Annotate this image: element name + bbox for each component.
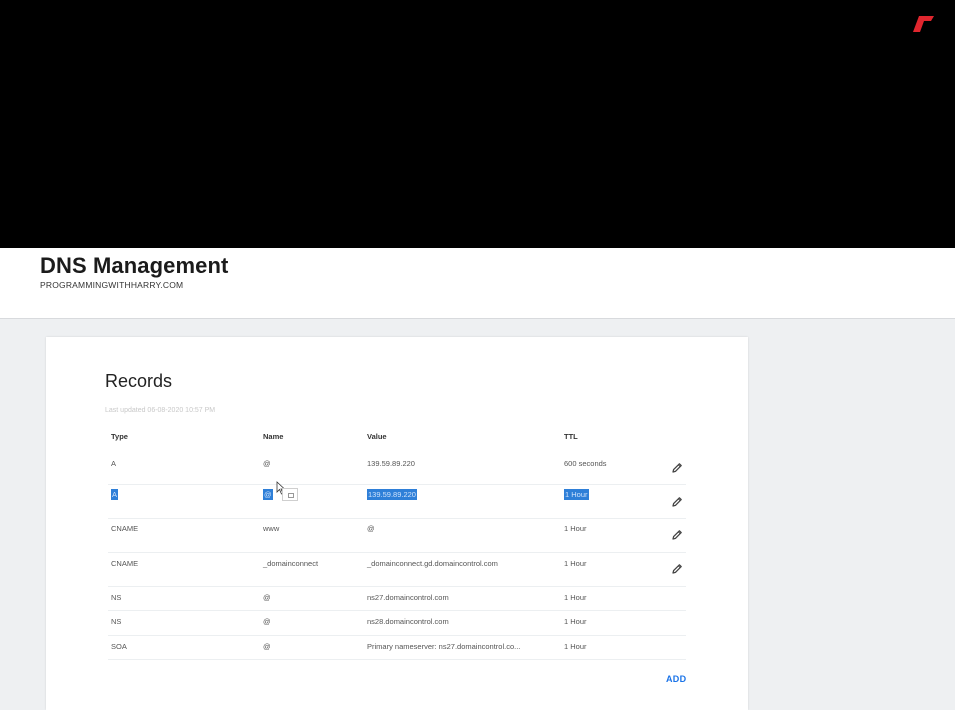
records-title: Records [105, 371, 173, 391]
record-type: SOA [111, 642, 127, 651]
table-row[interactable]: A @ 139.59.89.220 1 Hour [108, 484, 686, 519]
table-row: SOA @ Primary nameserver: ns27.domaincon… [108, 635, 686, 660]
pencil-icon[interactable] [671, 563, 683, 575]
record-value: ns27.domaincontrol.com [367, 593, 449, 602]
record-name: @ [263, 617, 271, 626]
video-black-area [0, 0, 955, 248]
column-header-ttl: TTL [564, 432, 578, 441]
record-name: @ [263, 593, 271, 602]
record-type: A [111, 459, 117, 468]
record-name: @ [263, 459, 271, 468]
record-type: NS [111, 593, 122, 602]
add-record-button[interactable]: ADD [666, 674, 686, 684]
record-name: www [263, 524, 280, 533]
pencil-icon[interactable] [671, 462, 683, 474]
record-type: CNAME [111, 524, 139, 533]
record-value: @ [367, 524, 375, 533]
record-ttl: 1 Hour [564, 593, 587, 602]
page-title: DNS Management [40, 253, 229, 278]
record-type: CNAME [111, 559, 139, 568]
record-value: _domainconnect.gd.domaincontrol.com [367, 559, 498, 568]
drag-ghost-box-icon [288, 493, 294, 498]
record-ttl: 1 Hour [564, 617, 587, 626]
last-updated-text: Last updated 06-08-2020 10:57 PM [105, 407, 216, 414]
page-header: DNS Management PROGRAMMINGWITHHARRY.COM [0, 248, 955, 319]
column-header-name: Name [263, 432, 284, 441]
record-type: A [111, 489, 119, 500]
records-card: Records Last updated 06-08-2020 10:57 PM… [46, 337, 748, 710]
table-row[interactable]: CNAME www @ 1 Hour [108, 518, 686, 553]
record-name: _domainconnect [263, 559, 319, 568]
record-value: Primary nameserver: ns27.domaincontrol.c… [367, 642, 521, 651]
record-value: 139.59.89.220 [367, 459, 415, 468]
column-header-type: Type [111, 432, 128, 441]
record-name: @ [263, 489, 273, 500]
table-row[interactable]: CNAME _domainconnect _domainconnect.gd.d… [108, 552, 686, 587]
table-row: NS @ ns28.domaincontrol.com 1 Hour [108, 610, 686, 636]
record-ttl: 1 Hour [564, 559, 587, 568]
record-ttl: 1 Hour [564, 642, 587, 651]
record-type: NS [111, 617, 122, 626]
record-value: 139.59.89.220 [367, 489, 417, 500]
domain-name: PROGRAMMINGWITHHARRY.COM [40, 280, 184, 290]
table-row: NS @ ns27.domaincontrol.com 1 Hour [108, 586, 686, 611]
record-value: ns28.domaincontrol.com [367, 617, 449, 626]
pencil-icon[interactable] [671, 496, 683, 508]
column-header-value: Value [367, 432, 387, 441]
table-row[interactable]: A @ 139.59.89.220 600 seconds [108, 450, 686, 485]
record-name: @ [263, 642, 271, 651]
brand-logo-icon [913, 16, 934, 32]
drag-ghost [282, 488, 298, 501]
record-ttl: 600 seconds [564, 459, 607, 468]
record-ttl: 1 Hour [564, 524, 587, 533]
pencil-icon[interactable] [671, 529, 683, 541]
record-ttl: 1 Hour [564, 489, 589, 500]
